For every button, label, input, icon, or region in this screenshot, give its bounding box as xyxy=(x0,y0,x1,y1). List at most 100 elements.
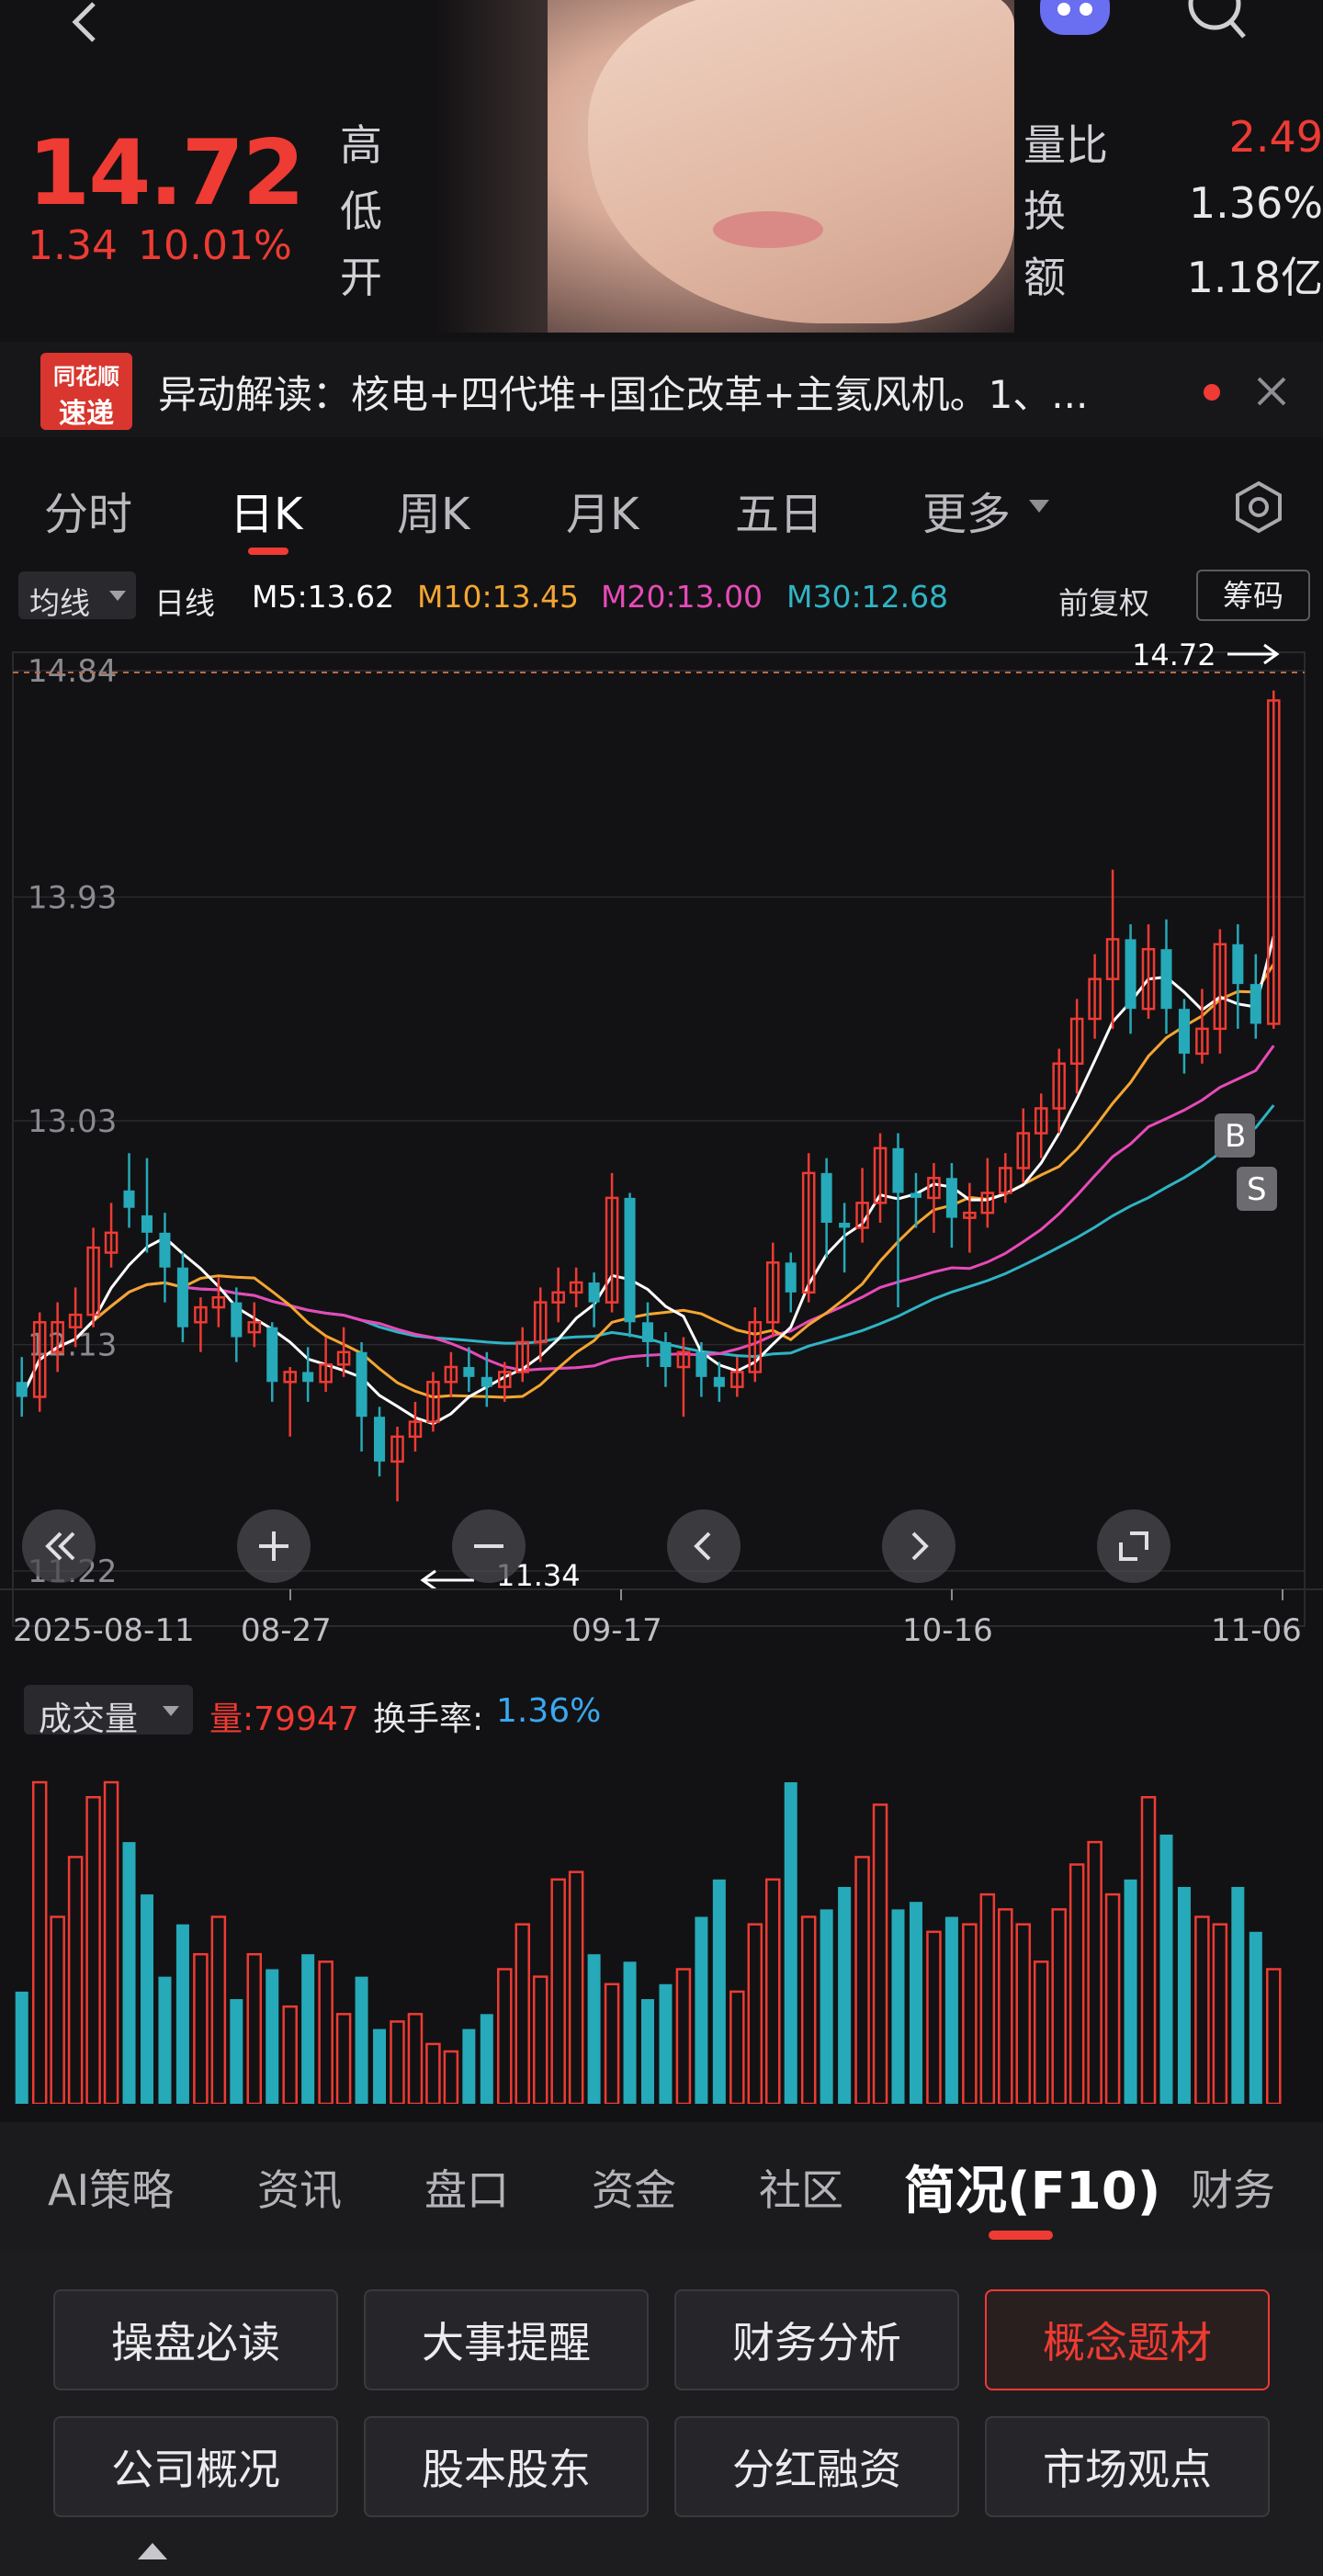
card-event-reminder[interactable]: 大事提醒 xyxy=(364,2289,649,2390)
tab-order-book[interactable]: 盘口 xyxy=(424,2157,509,2218)
active-tab-indicator xyxy=(248,548,288,555)
ma-dropdown[interactable]: 均线 xyxy=(18,571,136,621)
fullscreen-button[interactable] xyxy=(1097,1509,1170,1583)
candle-body xyxy=(1125,939,1136,1010)
tab-f10[interactable]: 简况(F10) xyxy=(904,2150,1160,2224)
fullscreen-icon-bg xyxy=(1097,1509,1170,1583)
zoom-in-button[interactable] xyxy=(237,1509,311,1583)
candle-body xyxy=(141,1215,153,1233)
collapse-arrow-icon[interactable] xyxy=(134,2536,171,2567)
y-tick-label: 13.03 xyxy=(28,1103,117,1140)
volume-bar xyxy=(373,2028,387,2104)
volume-bar xyxy=(800,1915,817,2106)
candle-body xyxy=(1160,949,1172,1010)
volume-bar xyxy=(266,1969,279,2104)
tab-finance[interactable]: 财务 xyxy=(1191,2157,1275,2218)
volume-bar xyxy=(944,1916,958,2104)
card-concept-theme[interactable]: 概念题材 xyxy=(985,2289,1270,2390)
tab-monthly-k[interactable]: 月K xyxy=(566,478,639,542)
volume-bar xyxy=(480,2014,493,2104)
kline-chart[interactable]: 14.8413.9313.0312.1311.2214.7211.34BS202… xyxy=(0,634,1323,1663)
volume-bar xyxy=(926,1930,942,2106)
trade-amount: 1.18亿 xyxy=(1186,253,1323,302)
volume-bar xyxy=(1194,1915,1210,2106)
period-label: 日线 xyxy=(154,585,215,621)
tab-intraday[interactable]: 分时 xyxy=(44,478,132,542)
volume-bar xyxy=(1140,1796,1157,2106)
volume-bar xyxy=(695,1916,708,2104)
price-change-pct: 10.01% xyxy=(138,222,292,269)
turnover-label: 换手率: xyxy=(373,1700,484,1738)
tab-daily-k[interactable]: 日K xyxy=(230,478,302,542)
volume-bar xyxy=(462,2028,476,2104)
chevron-down-icon xyxy=(1027,498,1051,520)
card-dividends[interactable]: 分红融资 xyxy=(674,2416,959,2517)
volume-chart[interactable] xyxy=(0,1736,1323,2106)
kline-svg[interactable]: 14.8413.9313.0312.1311.2214.7211.34BS202… xyxy=(0,634,1323,1663)
tab-five-day[interactable]: 五日 xyxy=(735,478,823,542)
candle-body xyxy=(785,1262,797,1293)
label-high: 高 xyxy=(340,120,382,170)
volume-bar xyxy=(979,1892,996,2106)
volume-bar xyxy=(659,1983,673,2104)
card-financial-analysis[interactable]: 财务分析 xyxy=(674,2289,959,2390)
news-banner[interactable]: 同花顺 速递 异动解读：核电+四代堆+国企改革+主氦风机。1、... xyxy=(0,342,1323,437)
volume-bar xyxy=(550,1878,566,2106)
card-trading-guide[interactable]: 操盘必读 xyxy=(53,2289,338,2390)
robot-icon[interactable] xyxy=(1036,0,1114,40)
adjust-label[interactable]: 前复权 xyxy=(1058,579,1149,623)
volume-svg[interactable] xyxy=(0,1736,1323,2106)
last-price-label: 14.72 xyxy=(1132,638,1216,672)
volume-bar xyxy=(15,1991,28,2104)
volume-bar xyxy=(1033,1960,1049,2106)
settings-hexagon-icon[interactable] xyxy=(1231,480,1286,535)
candle-body xyxy=(481,1376,492,1387)
volume-dropdown[interactable]: 成交量 xyxy=(24,1685,193,1738)
tab-weekly-k[interactable]: 周K xyxy=(397,478,469,542)
prev-icon-bg xyxy=(667,1509,741,1583)
candle-body xyxy=(231,1302,243,1338)
volume-bar xyxy=(31,1780,48,2106)
x-tick-label: 09-17 xyxy=(571,1612,662,1649)
card-shareholders[interactable]: 股本股东 xyxy=(364,2416,649,2517)
tab-news[interactable]: 资讯 xyxy=(257,2157,342,2218)
candle-body xyxy=(356,1351,368,1418)
tab-fund-flow[interactable]: 资金 xyxy=(592,2157,676,2218)
candle-body xyxy=(16,1382,28,1397)
next-button[interactable] xyxy=(882,1509,956,1583)
prev-button[interactable] xyxy=(667,1509,741,1583)
volume-bar xyxy=(301,1954,315,2104)
volume-bar xyxy=(50,1915,65,2106)
x-tick-label: 2025-08-11 xyxy=(13,1612,195,1649)
volume-bar xyxy=(335,2013,352,2106)
volume-legend: 成交量 量:79947 换手率: 1.36% xyxy=(0,1681,1323,1738)
zoom-out-button[interactable] xyxy=(452,1509,526,1583)
x-tick-label: 10-16 xyxy=(902,1612,993,1649)
volume-bar xyxy=(891,1909,905,2104)
card-company-profile[interactable]: 公司概况 xyxy=(53,2416,338,2517)
volume-bar xyxy=(568,1870,584,2106)
back-icon[interactable] xyxy=(64,0,101,46)
volume-bar xyxy=(1124,1879,1137,2104)
turnover-value: 1.36% xyxy=(496,1692,602,1730)
tab-community[interactable]: 社区 xyxy=(759,2157,843,2218)
card-market-views[interactable]: 市场观点 xyxy=(985,2416,1270,2517)
candle-body xyxy=(945,1178,957,1218)
candle-body xyxy=(839,1222,851,1228)
label-volume-ratio: 量比 xyxy=(1023,120,1108,170)
news-text[interactable]: 异动解读：核电+四代堆+国企改革+主氦风机。1、... xyxy=(158,364,1187,420)
tab-more[interactable]: 更多 xyxy=(922,478,1011,542)
volume-bar xyxy=(1231,1886,1245,2104)
rewind-button[interactable] xyxy=(22,1509,96,1583)
sell-marker-label: S xyxy=(1247,1171,1267,1208)
candle-body xyxy=(1232,943,1244,985)
video-overlay-image[interactable] xyxy=(437,0,1014,333)
search-icon[interactable] xyxy=(1185,0,1250,46)
candle-body xyxy=(892,1147,904,1193)
close-icon[interactable] xyxy=(1253,373,1290,410)
m20-label: M20:13.00 xyxy=(601,579,763,615)
volume-bar xyxy=(514,1923,531,2106)
tab-ai-strategy[interactable]: AI策略 xyxy=(48,2157,174,2218)
chips-button[interactable]: 筹码 xyxy=(1196,570,1310,621)
volume-bar xyxy=(820,1909,833,2104)
